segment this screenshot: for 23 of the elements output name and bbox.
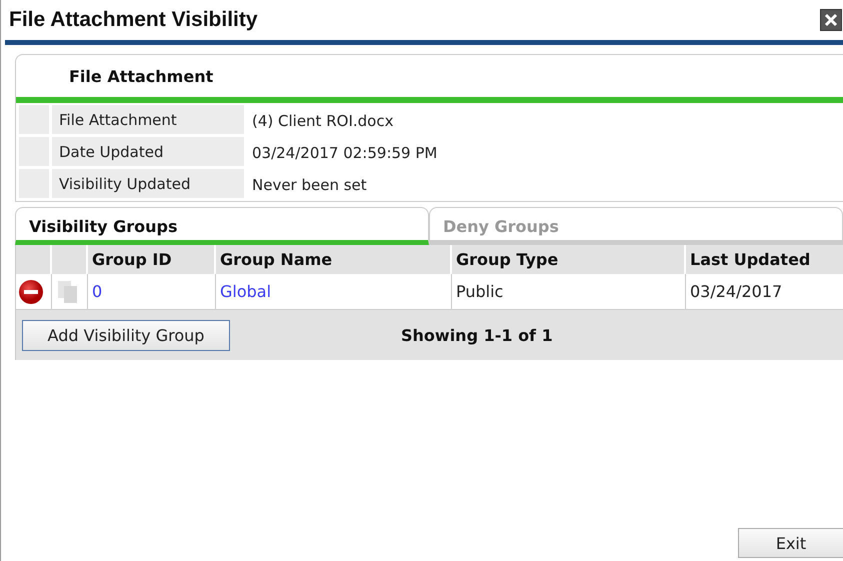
field-value: (4) Client ROI.docx (251, 111, 394, 132)
group-name-link[interactable]: Global (220, 282, 272, 301)
field-value: Never been set (251, 175, 367, 196)
column-header: Group ID (88, 245, 216, 274)
exit-button[interactable]: Exit (738, 528, 843, 558)
pager-text: Showing 1-1 of 1 (401, 326, 553, 344)
row-gutter (19, 169, 52, 201)
add-visibility-group-button[interactable]: Add Visibility Group (22, 320, 230, 350)
table-cell: Public (452, 274, 686, 309)
field-label: File Attachment (52, 105, 244, 137)
window-title: File Attachment Visibility (9, 8, 258, 32)
field-label: Date Updated (52, 137, 244, 169)
field-value: 03/24/2017 02:59:59 PM (251, 143, 438, 164)
column-header: Last Updated (686, 245, 843, 274)
table-cell: 03/24/2017 (686, 274, 843, 309)
section-title: File Attachment (69, 66, 214, 86)
remove-icon[interactable] (18, 278, 44, 304)
group-id-link[interactable]: 0 (92, 282, 102, 301)
close-button[interactable] (820, 9, 842, 31)
close-icon (824, 13, 838, 27)
column-header: Group Type (452, 245, 686, 274)
column-header: Group Name (216, 245, 452, 274)
field-label: Visibility Updated (52, 169, 244, 201)
